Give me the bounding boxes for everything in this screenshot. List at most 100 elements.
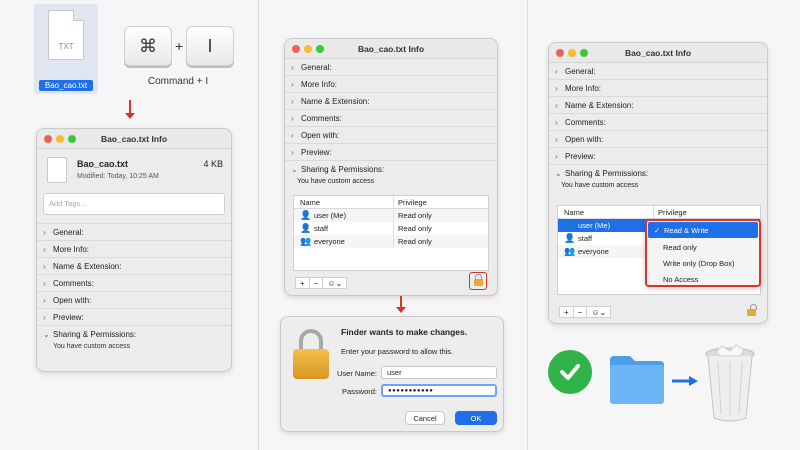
chevron-right-icon: › — [291, 113, 294, 123]
password-field[interactable]: ●●●●●●●●●●● — [381, 384, 497, 397]
chevron-right-icon: › — [291, 79, 294, 89]
chevron-right-icon: › — [43, 261, 46, 271]
tags-placeholder: Add Tags... — [49, 199, 87, 208]
info-window-middle: Bao_cao.txt Info › General: › More Info: ›… — [284, 38, 498, 296]
dialog-title: Finder wants to make changes. — [341, 327, 468, 337]
column-header-privilege[interactable]: Privilege — [394, 198, 427, 207]
permissions-table: Name Privilege 👤 user (Me) Read only 👤 staff… — [293, 195, 489, 271]
user-icon: 👤 — [564, 220, 576, 230]
chevron-right-icon: › — [43, 227, 46, 237]
chevron-down-icon: ⌄ — [291, 165, 298, 174]
access-text: You have custom access — [53, 343, 131, 350]
ok-button[interactable]: OK — [455, 411, 497, 425]
chevron-right-icon: › — [555, 66, 558, 76]
modified-date: Modified: Today, 10:25 AM — [77, 173, 159, 180]
everyone-icon: 👥 — [300, 236, 312, 246]
column-header-name[interactable]: Name — [294, 196, 394, 208]
chevron-right-icon: › — [291, 62, 294, 72]
dialog-subtitle: Enter your password to allow this. — [341, 347, 454, 356]
chevron-right-icon: › — [43, 295, 46, 305]
section-name-extension[interactable]: › Name & Extension: — [549, 97, 767, 114]
add-button[interactable]: + — [559, 306, 574, 318]
section-preview[interactable]: › Preview: — [37, 309, 231, 326]
column-header-name[interactable]: Name — [558, 206, 654, 218]
chevron-right-icon: › — [555, 83, 558, 93]
command-key: ⌘ — [124, 26, 172, 66]
file-item[interactable]: TXT Bao_cao.txt — [34, 4, 98, 94]
chevron-right-icon: › — [555, 117, 558, 127]
chevron-right-icon: › — [291, 96, 294, 106]
section-comments[interactable]: › Comments: — [285, 110, 497, 127]
i-key: I — [186, 26, 234, 66]
menu-item-read-only[interactable]: Read only — [647, 239, 759, 255]
auth-dialog: Finder wants to make changes. Enter your… — [280, 316, 504, 432]
window-title: Bao_cao.txt Info — [100, 134, 168, 144]
section-general[interactable]: › General: — [37, 224, 231, 241]
access-text: You have custom access — [297, 178, 375, 185]
add-button[interactable]: + — [295, 277, 310, 289]
remove-button[interactable]: − — [572, 306, 588, 318]
table-toolbar: + − ☺⌄ — [559, 305, 612, 319]
menu-item-no-access[interactable]: No Access — [647, 271, 759, 287]
tags-field[interactable]: Add Tags... — [43, 193, 225, 215]
file-name-label: Bao_cao.txt — [39, 80, 93, 91]
section-sharing-permissions[interactable]: ⌄ Sharing & Permissions: — [549, 165, 767, 182]
chevron-right-icon: › — [43, 244, 46, 254]
file-size: 4 KB — [203, 159, 223, 169]
chevron-right-icon: › — [291, 147, 294, 157]
section-sharing-permissions[interactable]: ⌄ Sharing & Permissions: — [285, 161, 497, 178]
table-row[interactable]: 👤 user (Me) Read only — [294, 209, 488, 222]
lock-icon — [293, 329, 329, 379]
section-general[interactable]: › General: — [549, 63, 767, 80]
plus-sign: + — [175, 38, 184, 54]
arrow-down-icon — [396, 296, 406, 313]
user-icon: 👤 — [300, 210, 312, 220]
action-menu-button[interactable]: ☺⌄ — [586, 306, 612, 318]
cancel-button[interactable]: Cancel — [405, 411, 445, 425]
section-name-extension[interactable]: › Name & Extension: — [37, 258, 231, 275]
section-preview[interactable]: › Preview: — [285, 144, 497, 161]
section-sharing-permissions[interactable]: ⌄ Sharing & Permissions: — [37, 326, 231, 343]
menu-item-read-write[interactable]: ✓ Read & Write — [648, 222, 758, 238]
checkmark-success-icon — [548, 350, 592, 394]
arrow-down-icon — [125, 100, 135, 119]
group-icon: 👤 — [300, 223, 312, 233]
checkmark-icon: ✓ — [654, 225, 661, 235]
section-comments[interactable]: › Comments: — [37, 275, 231, 292]
everyone-icon: 👥 — [564, 246, 576, 256]
section-preview[interactable]: › Preview: — [549, 148, 767, 165]
section-open-with[interactable]: › Open with: — [285, 127, 497, 144]
chevron-right-icon: › — [555, 100, 558, 110]
lock-button[interactable] — [469, 272, 487, 290]
shortcut-caption: Command + I — [147, 76, 209, 87]
section-open-with[interactable]: › Open with: — [549, 131, 767, 148]
document-icon — [47, 157, 67, 183]
column-header-privilege[interactable]: Privilege — [654, 208, 687, 217]
table-row[interactable]: 👤 staff Read only — [294, 222, 488, 235]
action-menu-button[interactable]: ☺⌄ — [322, 277, 348, 289]
sections-list: › General: › More Info: › Name & Extension:… — [37, 223, 231, 350]
folder-icon — [608, 350, 666, 406]
table-toolbar: + − ☺⌄ — [295, 276, 348, 290]
section-open-with[interactable]: › Open with: — [37, 292, 231, 309]
info-window-small: Bao_cao.txt Info Bao_cao.txt 4 KB Modifi… — [36, 128, 232, 372]
section-more-info[interactable]: › More Info: — [37, 241, 231, 258]
username-label: User Name: — [336, 369, 377, 378]
section-general[interactable]: › General: — [285, 59, 497, 76]
table-row[interactable]: 👥 everyone Read only — [294, 235, 488, 248]
section-name-extension[interactable]: › Name & Extension: — [285, 93, 497, 110]
arrow-right-icon — [672, 376, 698, 386]
section-comments[interactable]: › Comments: — [549, 114, 767, 131]
section-more-info[interactable]: › More Info: — [285, 76, 497, 93]
lock-icon — [473, 274, 483, 286]
lock-icon[interactable] — [747, 304, 757, 316]
chevron-right-icon: › — [291, 130, 294, 140]
menu-item-write-only[interactable]: Write only (Drop Box) — [647, 255, 759, 271]
username-field[interactable]: user — [381, 366, 497, 379]
remove-button[interactable]: − — [308, 277, 324, 289]
chevron-down-icon: ⌄ — [555, 169, 562, 178]
file-type-label: TXT — [58, 42, 74, 51]
chevron-right-icon: › — [43, 312, 46, 322]
chevron-right-icon: › — [555, 151, 558, 161]
section-more-info[interactable]: › More Info: — [549, 80, 767, 97]
